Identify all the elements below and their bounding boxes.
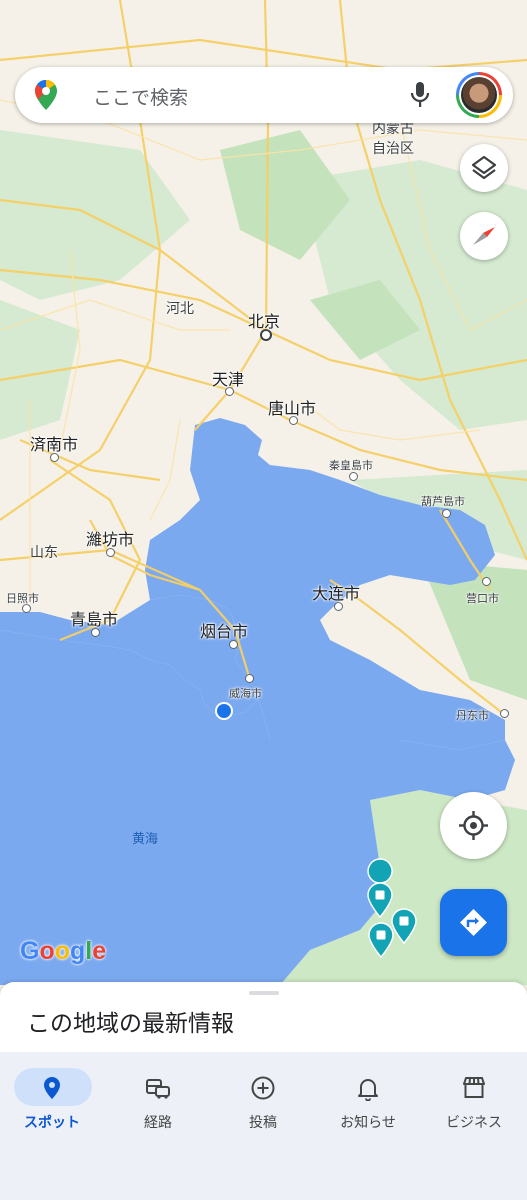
map-label-jinan: 済南市 [30,435,79,454]
nav-item-route[interactable]: 経路 [108,1068,208,1138]
commute-icon [146,1079,170,1099]
map-label-yantai: 烟台市 [200,622,249,641]
google-logo: Google [20,937,107,965]
crosshair-icon [459,811,488,840]
nav-item-business[interactable]: ビジネス [424,1068,524,1138]
account-avatar[interactable] [456,72,502,118]
my-location-button[interactable] [440,792,507,859]
directions-icon [460,909,487,936]
nav-label-route: 経路 [144,1115,172,1131]
map-label-shandong: 山东 [30,545,58,561]
city-dot-qinhuangdao [349,472,358,481]
nav-item-notifications[interactable]: お知らせ [318,1068,418,1138]
nav-label-post: 投稿 [249,1115,277,1131]
bell-icon [358,1079,378,1101]
map-label-dalian: 大连市 [312,584,361,603]
map-label-dandong: 丹东市 [456,709,489,722]
place-pin-1[interactable] [367,882,393,918]
maps-pin-logo-icon [34,79,57,114]
map-label-rizhao: 日照市 [6,592,39,605]
directions-button[interactable] [440,889,507,956]
pin-icon [44,1077,60,1099]
place-pin-3[interactable] [368,922,394,958]
nav-item-post[interactable]: 投稿 [213,1068,313,1138]
add-circle-icon [251,1076,275,1100]
map-label-weihai: 威海市 [229,687,262,700]
map-label-huludao: 葫芦島市 [421,495,465,508]
latest-info-sheet[interactable]: この地域の最新情報 [0,982,527,1052]
search-bar[interactable]: ここで検索 [15,67,513,123]
sheet-drag-handle[interactable] [249,991,279,995]
nav-label-notifications: お知らせ [340,1115,396,1131]
compass-icon [473,227,495,245]
sheet-title: この地域の最新情報 [27,1011,234,1037]
bottom-navigation: スポット 経路 投稿 お知らせ ビジネス [0,1052,527,1200]
compass-button[interactable] [460,212,508,260]
layers-icon [471,155,497,180]
map-label-inner-mongolia-2: 自治区 [372,141,414,157]
map-label-yingkou: 营口市 [466,592,499,605]
map-label-hebei: 河北 [166,301,194,317]
map-label-weifang: 濰坊市 [86,530,135,549]
nav-item-spot[interactable]: スポット [2,1068,102,1138]
map-label-qinhuangdao: 秦皇島市 [329,459,373,472]
city-dot-huludao [442,509,451,518]
map-label-qingdao: 青島市 [70,610,119,629]
microphone-icon[interactable] [408,81,432,113]
city-dot-weihai [245,674,254,683]
storefront-icon [463,1077,485,1098]
search-input[interactable]: ここで検索 [93,83,188,110]
map-label-tangshan: 唐山市 [268,399,317,418]
city-dot-dandong [500,709,509,718]
nav-label-spot: スポット [24,1115,80,1131]
place-pin-2[interactable] [391,908,417,944]
map-label-yellow-sea: 黄海 [132,832,159,847]
layers-button[interactable] [460,144,508,192]
map-label-tianjin: 天津 [212,370,245,389]
map-label-beijing: 北京 [248,312,281,331]
city-dot-yingkou [482,577,491,586]
nav-label-business: ビジネス [446,1115,502,1131]
